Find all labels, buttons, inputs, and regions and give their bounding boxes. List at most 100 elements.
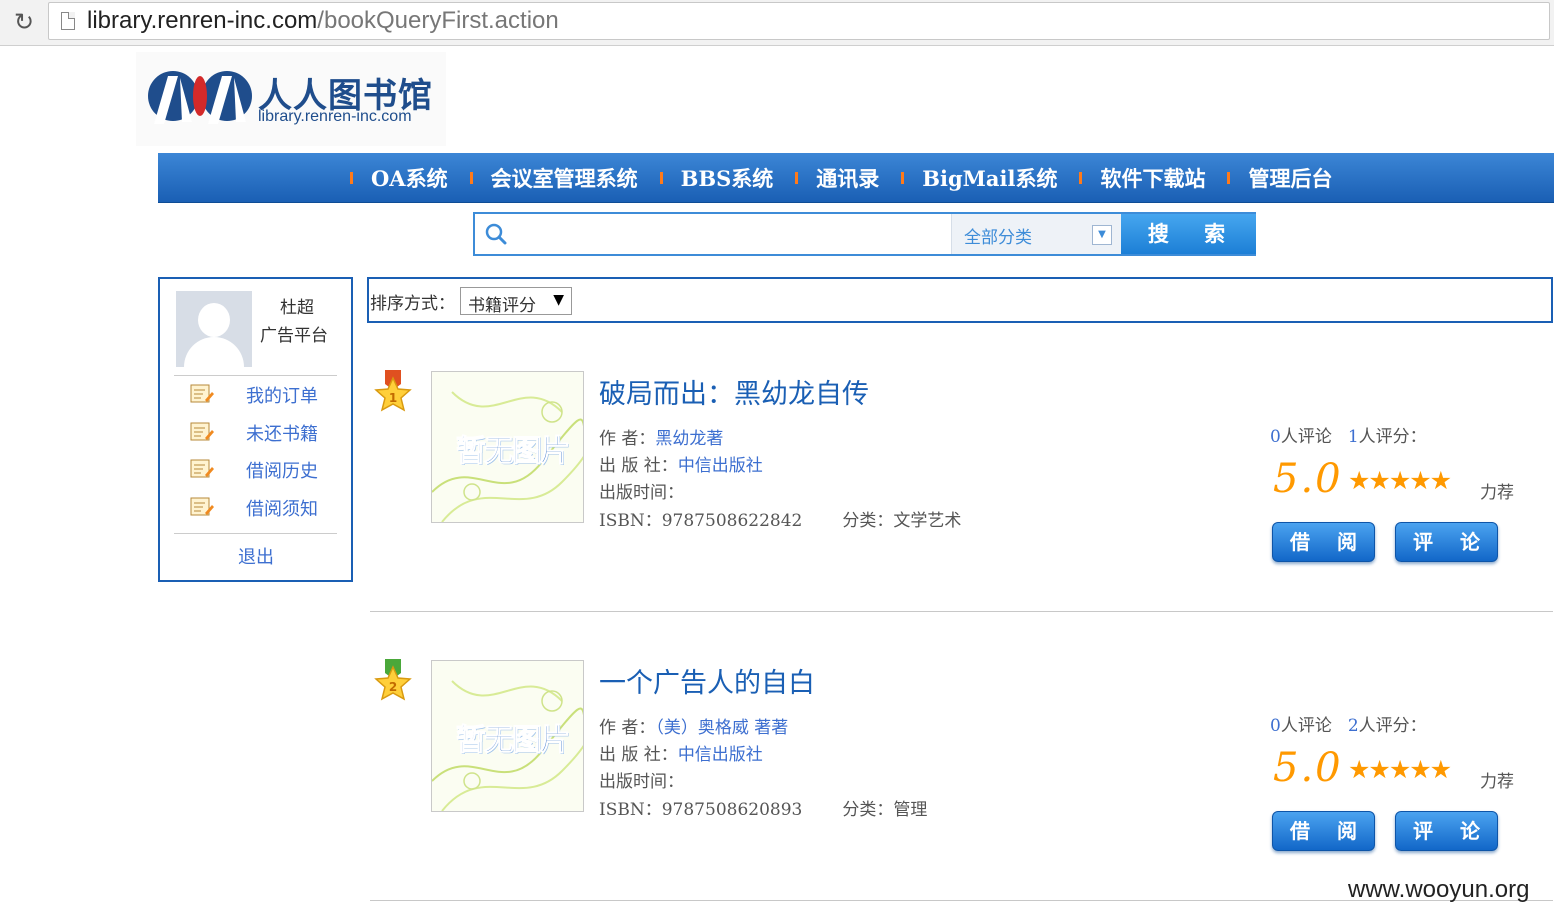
search-input[interactable] — [515, 218, 945, 250]
book-title[interactable]: 破局而出：黑幼龙自传 — [599, 372, 869, 411]
menu-item-borrow-rules[interactable]: 借阅须知 — [188, 493, 328, 523]
borrow-button[interactable]: 借 阅 — [1272, 522, 1375, 562]
comment-button[interactable]: 评 论 — [1395, 811, 1498, 851]
logo-subtitle: library.renren-inc.com — [258, 108, 412, 125]
nav-item-software[interactable]: 软件下载站 — [1100, 163, 1205, 193]
author-link[interactable]: （美）奥格威 著著 — [655, 718, 788, 738]
book-publisher: 出 版 社：中信出版社 — [599, 451, 763, 476]
avatar-head-shape — [198, 303, 230, 337]
rating-count[interactable]: 1 — [1348, 427, 1359, 447]
rating-verdict: 力荐 — [1480, 772, 1514, 792]
avatar-body-shape — [184, 337, 244, 367]
book-publish-date: 出版时间： — [599, 767, 684, 792]
menu-item-my-orders[interactable]: 我的订单 — [188, 380, 328, 410]
nav-separator — [659, 172, 663, 184]
isbn-value: 9787508620893 — [661, 800, 803, 820]
book-title[interactable]: 一个广告人的自白 — [599, 661, 815, 700]
category-select[interactable]: 全部分类 ▼ — [951, 214, 1121, 254]
menu-item-unreturned-books[interactable]: 未还书籍 — [188, 418, 328, 448]
book-isbn-category: ISBN：9787508620893 分类：管理 — [599, 795, 927, 820]
category-value: 管理 — [893, 800, 928, 820]
comment-button[interactable]: 评 论 — [1395, 522, 1498, 562]
nav-item-admin[interactable]: 管理后台 — [1248, 163, 1332, 193]
category-value: 文学艺术 — [893, 511, 962, 531]
book-publisher: 出 版 社：中信出版社 — [599, 740, 763, 765]
nav-separator — [469, 172, 473, 184]
panel-divider — [174, 375, 337, 376]
nav-items: OA系统 会议室管理系统 BBS系统 通讯录 BigMail系统 软件下载站 管… — [348, 153, 1352, 203]
publisher-label: 出 版 社： — [599, 456, 678, 476]
rating-score: 5.0 — [1273, 745, 1343, 791]
note-edit-icon — [190, 497, 214, 516]
rating-count-label: 人评分： — [1358, 427, 1427, 447]
browser-toolbar: ↻ library.renren-inc.com/bookQueryFirst.… — [0, 0, 1554, 46]
book-cover[interactable]: 暂无图片 — [431, 371, 584, 523]
menu-item-label: 借阅须知 — [246, 499, 318, 520]
rank-badge-icon: 2 — [374, 659, 412, 701]
rating-score: 5.0 — [1273, 456, 1343, 502]
publisher-link[interactable]: 中信出版社 — [678, 456, 763, 476]
author-link[interactable]: 黑幼龙著 — [655, 429, 723, 449]
author-label: 作 者： — [599, 718, 656, 738]
rating-stars-icon: ★★★★★ — [1348, 755, 1452, 784]
nav-separator — [1079, 172, 1083, 184]
nav-separator — [795, 172, 799, 184]
rating-stars-icon: ★★★★★ — [1348, 466, 1452, 495]
rating-verdict: 力荐 — [1480, 483, 1514, 503]
borrow-button[interactable]: 借 阅 — [1272, 811, 1375, 851]
menu-item-borrow-history[interactable]: 借阅历史 — [188, 455, 328, 485]
avatar — [176, 291, 252, 367]
search-button[interactable]: 搜 索 — [1121, 214, 1256, 254]
author-label: 作 者： — [599, 429, 656, 449]
logout-link[interactable]: 退出 — [238, 543, 274, 569]
user-department: 广告平台 — [260, 326, 328, 346]
note-edit-icon — [190, 422, 214, 441]
address-bar[interactable]: library.renren-inc.com/bookQueryFirst.ac… — [48, 2, 1550, 40]
menu-item-label: 借阅历史 — [246, 461, 318, 482]
site-logo[interactable]: 人人图书馆 library.renren-inc.com — [136, 52, 446, 146]
url-host: library.renren-inc.com — [87, 7, 318, 34]
publish-date-label: 出版时间： — [599, 772, 684, 792]
book-publish-date: 出版时间： — [599, 478, 684, 503]
review-stats: 0人评论 1人评分： — [1270, 422, 1427, 447]
sort-select[interactable]: 书籍评分 ▼ — [460, 287, 572, 316]
book-cover[interactable]: 暂无图片 — [431, 660, 584, 812]
comment-count[interactable]: 0 — [1270, 716, 1281, 736]
nav-separator — [1227, 172, 1231, 184]
comment-count[interactable]: 0 — [1270, 427, 1281, 447]
reload-icon[interactable]: ↻ — [10, 8, 38, 36]
cover-placeholder-text: 暂无图片 — [456, 723, 571, 759]
rating-count[interactable]: 2 — [1348, 716, 1359, 736]
nav-item-bigmail[interactable]: BigMail系统 — [922, 163, 1057, 193]
book-item: 1 暂无图片 破局而出：黑幼龙自传 作 者：黑幼龙著 出 版 社：中信出版社 出… — [370, 370, 1554, 660]
search-icon — [485, 223, 507, 245]
note-edit-icon — [190, 459, 214, 478]
panel-divider — [174, 533, 337, 534]
publish-date-label: 出版时间： — [599, 483, 684, 503]
category-select-value: 全部分类 — [964, 228, 1032, 248]
isbn-value: 9787508622842 — [661, 511, 803, 531]
nav-item-oa[interactable]: OA系统 — [371, 163, 448, 193]
comment-count-label: 人评论 — [1280, 716, 1332, 736]
main-nav: OA系统 会议室管理系统 BBS系统 通讯录 BigMail系统 软件下载站 管… — [158, 153, 1554, 203]
review-stats: 0人评论 2人评分： — [1270, 711, 1427, 736]
rank-number: 1 — [389, 391, 397, 405]
publisher-link[interactable]: 中信出版社 — [678, 745, 763, 765]
book-author: 作 者：（美）奥格威 著著 — [599, 713, 788, 738]
nav-item-bbs[interactable]: BBS系统 — [681, 163, 774, 193]
menu-item-label: 我的订单 — [246, 386, 318, 407]
nav-separator — [350, 172, 353, 184]
rank-number: 2 — [389, 680, 397, 694]
url-text: library.renren-inc.com/bookQueryFirst.ac… — [87, 6, 559, 36]
book-divider — [370, 611, 1553, 612]
caret-down-icon: ▼ — [553, 292, 564, 308]
menu-item-label: 未还书籍 — [246, 424, 318, 445]
renren-logo-icon — [148, 71, 252, 124]
sort-bar: 排序方式： 书籍评分 ▼ — [367, 277, 1553, 323]
user-name: 杜超 — [280, 298, 314, 318]
nav-item-meeting-room[interactable]: 会议室管理系统 — [491, 163, 638, 193]
search-bar: 全部分类 ▼ 搜 索 — [473, 212, 1256, 256]
isbn-label: ISBN： — [599, 511, 662, 531]
sort-label: 排序方式： — [370, 294, 455, 314]
nav-item-contacts[interactable]: 通讯录 — [816, 163, 879, 193]
